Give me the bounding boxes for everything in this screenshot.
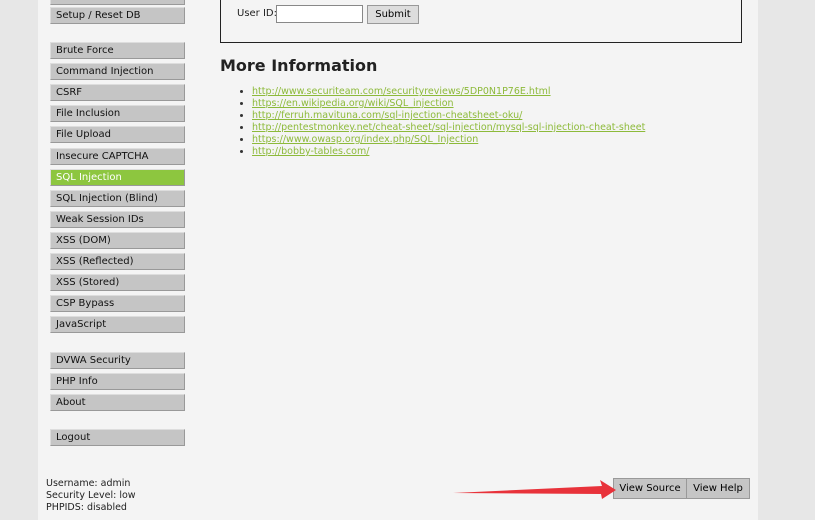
red-arrow-annotation xyxy=(453,480,616,499)
arrow-icon xyxy=(453,480,616,499)
